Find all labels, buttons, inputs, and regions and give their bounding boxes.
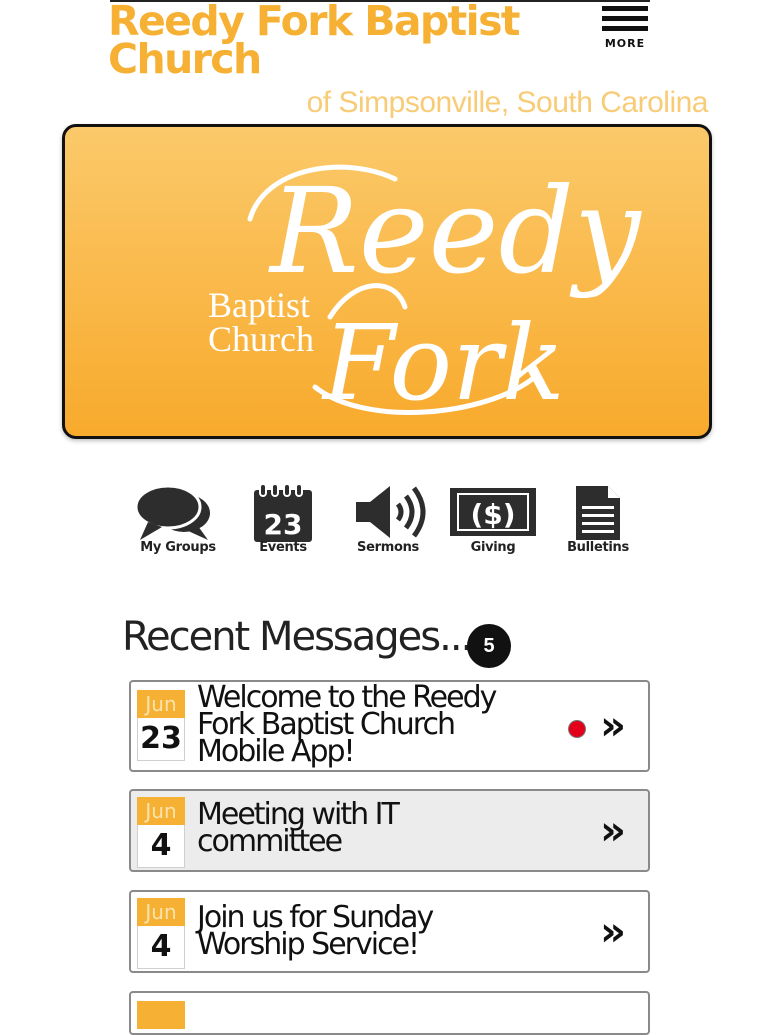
message-date [137, 1001, 185, 1029]
church-location-subtitle: of Simpsonville, South Carolina [306, 86, 709, 119]
message-item-partial[interactable] [129, 991, 650, 1035]
message-date: Jun 4 [137, 898, 185, 969]
message-day: 4 [137, 926, 185, 969]
nav-bulletins[interactable]: Bulletins [548, 478, 648, 562]
message-item[interactable]: Jun 23 Welcome to the Reedy Fork Baptist… [129, 680, 650, 772]
nav-label: Bulletins [567, 540, 629, 555]
church-title: Reedy Fork Baptist Church [108, 0, 521, 83]
message-item[interactable]: Jun 4 Meeting with IT committee » [129, 789, 650, 872]
more-label: MORE [604, 37, 646, 50]
message-month: Jun [137, 898, 185, 926]
dollar-bill-icon: ($) [450, 488, 536, 536]
nav-my-groups[interactable]: My Groups [128, 478, 228, 562]
more-menu-button[interactable]: MORE [600, 4, 650, 50]
logo-small-church: Church [208, 319, 314, 359]
unread-dot-icon [568, 720, 586, 738]
church-logo: Reedy Fork Baptist Church [208, 162, 642, 424]
message-date: Jun 4 [137, 797, 185, 868]
message-title: Welcome to the Reedy Fork Baptist Church… [197, 680, 497, 769]
nav-label: Sermons [357, 540, 419, 555]
calendar-icon: 23 [254, 483, 312, 542]
church-logo-banner: Reedy Fork Baptist Church [62, 124, 712, 439]
document-icon [576, 486, 620, 540]
chevron-right-icon: » [600, 703, 626, 749]
nav-sermons[interactable]: Sermons [338, 478, 438, 562]
message-day: 23 [137, 718, 185, 761]
quick-nav-bar: My Groups 23 Events Sermons ($) Giving B… [128, 478, 648, 568]
calendar-day-number: 23 [264, 508, 303, 541]
nav-events[interactable]: 23 Events [233, 478, 333, 562]
message-date: Jun 23 [137, 690, 185, 761]
chevron-right-icon: » [600, 909, 626, 955]
chevron-right-icon: » [600, 808, 626, 854]
message-count-badge: 5 [467, 624, 511, 668]
message-item[interactable]: Jun 4 Join us for Sunday Worship Service… [129, 890, 650, 973]
message-title: Meeting with IT committee [197, 797, 400, 859]
speaker-icon [356, 486, 426, 538]
message-month: Jun [137, 797, 185, 825]
recent-messages-heading: Recent Messages... [122, 614, 473, 660]
nav-label: My Groups [140, 540, 216, 555]
message-month: Jun [137, 690, 185, 718]
message-title: Join us for Sunday Worship Service! [197, 900, 434, 962]
nav-giving[interactable]: ($) Giving [443, 478, 543, 562]
dollar-symbol: ($) [470, 498, 515, 531]
chat-bubbles-icon [134, 484, 210, 540]
nav-label: Giving [470, 540, 516, 555]
logo-word-reedy: Reedy [268, 162, 642, 300]
nav-label: Events [259, 540, 307, 555]
message-day: 4 [137, 825, 185, 868]
